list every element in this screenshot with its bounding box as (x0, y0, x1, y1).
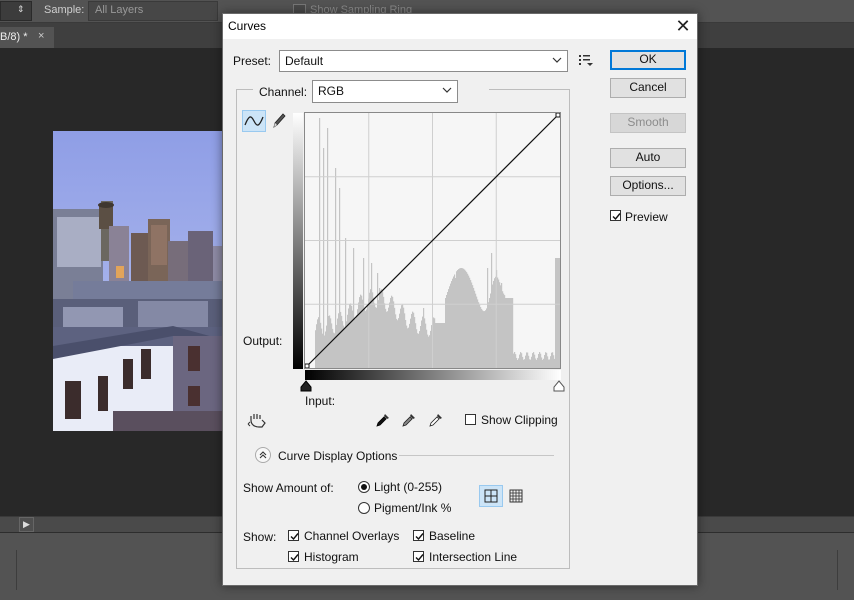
white-point-eyedropper-icon[interactable] (428, 412, 444, 428)
pigment-label: Pigment/Ink % (374, 501, 452, 515)
curve-display-options-label: Curve Display Options (278, 449, 398, 463)
cancel-button[interactable]: Cancel (610, 78, 686, 98)
channel-value: RGB (318, 84, 345, 98)
preset-select[interactable]: Default (279, 50, 568, 72)
close-icon[interactable]: ✕ (671, 15, 695, 37)
pencil-icon[interactable] (270, 111, 288, 131)
dialog-titlebar: Curves ✕ (223, 14, 697, 39)
play-icon[interactable]: ▶ (19, 517, 34, 532)
sample-value: All Layers (95, 4, 144, 16)
preset-label: Preset: (233, 54, 272, 68)
channel-overlays-label: Channel Overlays (304, 529, 400, 543)
white-point-handle[interactable] (555, 112, 561, 118)
expand-icon[interactable] (255, 447, 271, 463)
preview-label: Preview (625, 210, 668, 224)
show-amount-label: Show Amount of: (243, 481, 334, 495)
tool-preset-dropdown[interactable]: ⇕ (0, 1, 32, 21)
channel-select[interactable]: RGB (312, 80, 458, 103)
intersection-line-label: Intersection Line (429, 550, 518, 564)
grid-10x10-icon[interactable] (507, 486, 527, 506)
auto-button[interactable]: Auto (610, 148, 686, 168)
output-gradient (293, 113, 303, 369)
options-button[interactable]: Options... (610, 176, 686, 196)
divider (399, 455, 554, 456)
document-tab-title: B/8) * (0, 31, 28, 43)
chevron-down-icon: ⇕ (17, 4, 25, 14)
checkmark-icon (290, 554, 299, 562)
black-input-slider[interactable] (300, 380, 312, 392)
preset-value: Default (285, 54, 324, 68)
chevron-down-icon (442, 87, 452, 93)
ok-button[interactable]: OK (610, 50, 686, 70)
sample-dropdown[interactable]: All Layers (88, 1, 218, 21)
black-point-eyedropper-icon[interactable] (375, 412, 391, 428)
baseline-label: Baseline (429, 529, 476, 543)
intersection-line-checkbox[interactable] (413, 551, 424, 562)
black-point-handle[interactable] (304, 363, 310, 369)
input-label: Input: (305, 394, 336, 408)
radio-dot (361, 484, 367, 490)
preview-checkbox[interactable] (610, 210, 621, 221)
show-clipping-label: Show Clipping (481, 413, 558, 427)
histogram-label: Histogram (304, 550, 359, 564)
checkmark-icon (415, 533, 424, 541)
curve-graph-svg (304, 112, 561, 369)
output-label: Output: (243, 334, 283, 348)
input-gradient (305, 370, 561, 380)
light-label: Light (0-255) (374, 480, 443, 494)
checkmark-icon (415, 554, 424, 562)
curve-graph[interactable] (304, 112, 561, 369)
checkmark-icon (290, 533, 299, 541)
targeted-adjustment-icon[interactable] (247, 411, 269, 429)
pigment-radio[interactable] (358, 502, 370, 514)
grid-4x4-icon[interactable] (479, 485, 503, 507)
document-image (53, 131, 228, 431)
preset-options-icon[interactable] (578, 52, 594, 68)
light-radio[interactable] (358, 481, 370, 493)
sample-label: Sample: (44, 4, 85, 16)
checkmark-icon (612, 213, 621, 221)
chevron-down-icon (552, 57, 562, 63)
show-clipping-checkbox[interactable] (465, 414, 476, 425)
gray-point-eyedropper-icon[interactable] (401, 412, 417, 428)
white-input-slider[interactable] (553, 380, 565, 392)
histogram-checkbox[interactable] (288, 551, 299, 562)
smooth-button[interactable]: Smooth (610, 113, 686, 133)
curves-dialog: Curves ✕ Preset: Default Channel: RGB Ou… (222, 13, 698, 586)
channel-overlays-checkbox[interactable] (288, 530, 299, 541)
histogram (315, 118, 561, 368)
close-icon[interactable]: × (38, 30, 44, 42)
document-tab[interactable]: B/8) * × (0, 27, 54, 48)
dialog-title: Curves (228, 19, 267, 33)
baseline-checkbox[interactable] (413, 530, 424, 541)
curve-tool-icon[interactable] (242, 110, 266, 132)
channel-label: Channel: (259, 85, 308, 99)
show-label: Show: (243, 530, 277, 544)
